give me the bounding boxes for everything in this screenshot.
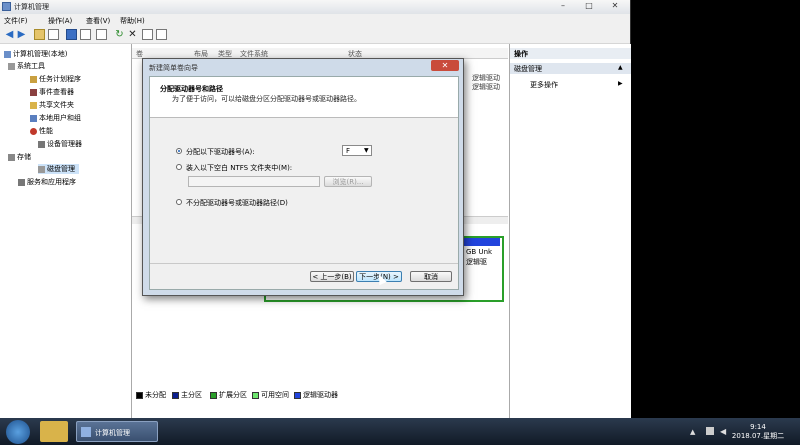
file-explorer-icon[interactable] xyxy=(40,421,68,442)
navigation-tree: 计算机管理(本地) 系统工具 任务计划程序 事件查看器 共享文件夹 本地用户和组… xyxy=(0,44,132,418)
volume-status-2: 逻辑驱动 xyxy=(472,83,500,91)
services-icon xyxy=(18,178,25,186)
minimize-button[interactable]: – xyxy=(550,0,576,12)
assign-letter-label: 分配以下驱动器号(A): xyxy=(186,148,255,156)
actions-header: 操作 xyxy=(510,48,631,59)
clock[interactable]: 9:14 2018.07.星期二 xyxy=(720,423,796,441)
tree-disk-management[interactable]: 磁盘管理 xyxy=(38,164,79,174)
menu-file[interactable]: 文件(F) xyxy=(4,16,28,26)
tree-device-manager[interactable]: 设备管理器 xyxy=(38,139,82,149)
computer-icon xyxy=(4,50,11,58)
disk-status-label: 逻辑驱 xyxy=(466,258,487,266)
chevron-down-icon: ▼ xyxy=(364,147,369,154)
menu-action[interactable]: 操作(A) xyxy=(48,16,72,26)
device-manager-icon xyxy=(38,140,45,148)
storage-icon xyxy=(8,153,15,161)
actions-section-disk-management[interactable]: 磁盘管理 ▲ xyxy=(510,63,631,74)
legend-swatch xyxy=(172,391,179,399)
tree-services[interactable]: 服务和应用程序 xyxy=(18,177,76,187)
disk-icon xyxy=(38,165,45,173)
tree-root[interactable]: 计算机管理(本地) xyxy=(4,49,67,59)
disk-size-label: GB Unk xyxy=(466,248,493,256)
dialog-close-button[interactable]: ✕ xyxy=(431,60,459,71)
tree-performance[interactable]: 性能 xyxy=(30,126,53,136)
more-actions-arrow-icon[interactable]: ▶ xyxy=(618,80,623,87)
dialog-subheading: 为了便于访问，可以给磁盘分区分配驱动器号或驱动器路径。 xyxy=(172,95,361,103)
app-icon xyxy=(2,2,11,11)
dialog-heading: 分配驱动器号和路径 xyxy=(160,85,223,93)
actions-pane: 操作 磁盘管理 ▲ 更多操作 ▶ xyxy=(509,44,631,418)
cancel-button[interactable]: 取消 xyxy=(410,271,452,282)
back-arrow-icon[interactable]: ◀ xyxy=(4,29,15,40)
menu-view[interactable]: 查看(V) xyxy=(86,16,110,26)
up-folder-icon[interactable] xyxy=(34,29,45,40)
dialog-body: 分配驱动器号和路径 为了便于访问，可以给磁盘分区分配驱动器号或驱动器路径。 分配… xyxy=(149,76,459,290)
tools-icon xyxy=(8,62,15,70)
legend-logical-drive: 逻辑驱动器 xyxy=(294,390,338,400)
tree-shared-folders[interactable]: 共享文件夹 xyxy=(30,100,74,110)
clock-date: 2018.07.星期二 xyxy=(731,432,785,440)
mount-folder-label: 装入以下空白 NTFS 文件夹中(M): xyxy=(186,164,293,172)
tree-system-tools[interactable]: 系统工具 xyxy=(8,61,45,71)
assign-letter-radio[interactable] xyxy=(176,148,182,154)
users-icon xyxy=(30,114,37,122)
more-actions-link[interactable]: 更多操作 xyxy=(530,80,558,90)
menu-help[interactable]: 帮助(H) xyxy=(120,16,145,26)
legend-swatch xyxy=(136,391,143,399)
title-bar[interactable]: 计算机管理 – □ ✕ xyxy=(0,0,630,14)
tray-arrow-icon[interactable]: ▲ xyxy=(690,428,695,436)
dialog-title: 新建简单卷向导 xyxy=(149,64,198,72)
tree-storage[interactable]: 存储 xyxy=(8,152,31,162)
dialog-header: 分配驱动器号和路径 为了便于访问，可以给磁盘分区分配驱动器号或驱动器路径。 xyxy=(150,77,458,118)
taskbar-item-computer-management[interactable]: 计算机管理 xyxy=(76,421,158,442)
event-icon xyxy=(30,88,37,96)
menu-bar: 文件(F) 操作(A) 查看(V) 帮助(H) xyxy=(0,14,630,27)
shared-folder-icon xyxy=(30,101,37,109)
computer-management-icon xyxy=(81,427,91,437)
no-assign-label: 不分配驱动器号或驱动器路径(D) xyxy=(186,199,288,207)
mount-folder-radio[interactable] xyxy=(176,164,182,170)
taskbar: 计算机管理 ▲ ◀ 9:14 2018.07.星期二 xyxy=(0,418,800,445)
legend-extended: 扩展分区 xyxy=(210,390,247,400)
export-icon[interactable] xyxy=(156,29,167,40)
tree-task-scheduler[interactable]: 任务计划程序 xyxy=(30,74,81,84)
window-title: 计算机管理 xyxy=(14,3,49,11)
help-icon[interactable] xyxy=(66,29,77,40)
collapse-arrow-icon[interactable]: ▲ xyxy=(618,64,623,71)
properties-icon[interactable] xyxy=(80,29,91,40)
legend-swatch xyxy=(210,391,217,399)
dialog-separator xyxy=(150,263,458,264)
tree-event-viewer[interactable]: 事件查看器 xyxy=(30,87,74,97)
close-button[interactable]: ✕ xyxy=(602,0,628,12)
logical-drive-bar xyxy=(462,238,500,246)
legend-unallocated: 未分配 xyxy=(136,390,166,400)
start-button[interactable] xyxy=(6,420,30,444)
legend-free-space: 可用空间 xyxy=(252,390,289,400)
show-hide-tree-icon[interactable] xyxy=(48,29,59,40)
folder-path-input[interactable] xyxy=(188,176,320,187)
clock-icon xyxy=(30,75,37,83)
open-icon[interactable] xyxy=(142,29,153,40)
network-icon[interactable] xyxy=(706,427,714,435)
browse-button[interactable]: 浏览(R)... xyxy=(324,176,372,187)
legend-swatch xyxy=(294,391,301,399)
no-assign-radio[interactable] xyxy=(176,199,182,205)
refresh-icon[interactable]: ↻ xyxy=(114,29,125,40)
legend-primary: 主分区 xyxy=(172,390,202,400)
back-button[interactable]: < 上一步(B) xyxy=(310,271,354,282)
delete-icon[interactable]: ✕ xyxy=(127,29,138,40)
performance-icon xyxy=(30,127,37,135)
clock-time: 9:14 xyxy=(750,423,766,431)
tree-local-users[interactable]: 本地用户和组 xyxy=(30,113,81,123)
partition-legend: 未分配 主分区 扩展分区 可用空间 逻辑驱动器 xyxy=(134,390,504,400)
connect-icon[interactable] xyxy=(96,29,107,40)
toolbar: ◀ ▶ ↻ ✕ xyxy=(0,27,630,44)
legend-swatch xyxy=(252,391,259,399)
maximize-button[interactable]: □ xyxy=(576,0,602,12)
forward-arrow-icon[interactable]: ▶ xyxy=(16,29,27,40)
new-simple-volume-wizard: 新建简单卷向导 ✕ 分配驱动器号和路径 为了便于访问，可以给磁盘分区分配驱动器号… xyxy=(142,58,464,296)
drive-letter-select[interactable]: F ▼ xyxy=(342,145,372,156)
